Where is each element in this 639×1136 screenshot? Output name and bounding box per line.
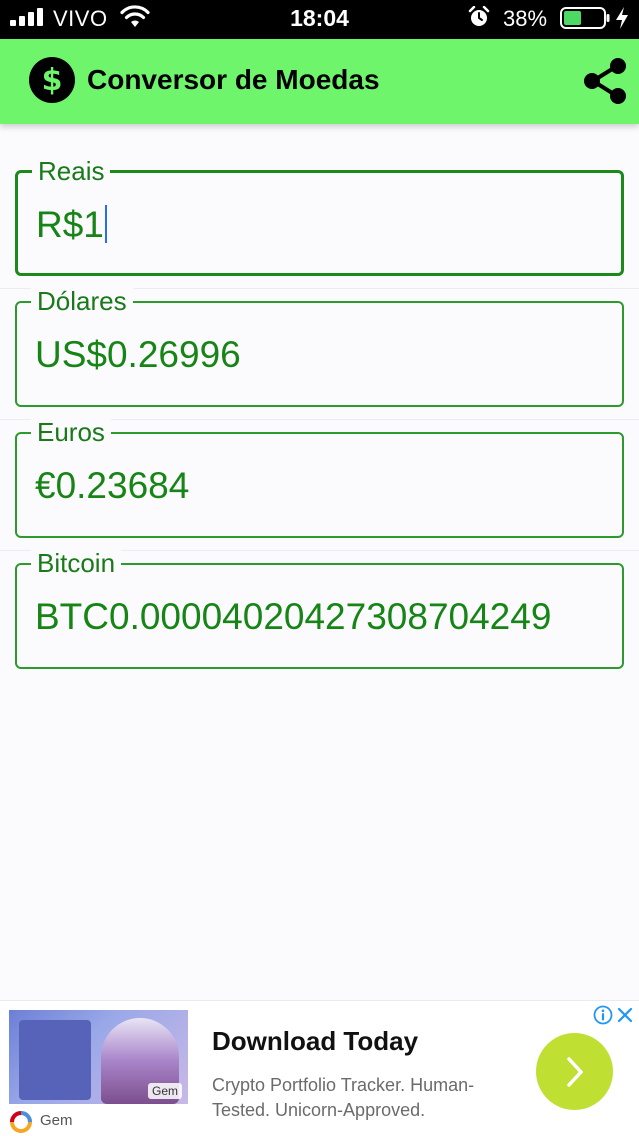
- dolares-value[interactable]: US$0.26996: [35, 333, 241, 377]
- ad-banner[interactable]: Gem Gem Download Today Crypto Portfolio …: [0, 1000, 639, 1136]
- ad-cta-button[interactable]: [536, 1033, 613, 1110]
- ad-headline[interactable]: Download Today: [212, 1026, 418, 1057]
- dolares-field[interactable]: Dólares US$0.26996: [15, 287, 624, 407]
- euros-label: Euros: [31, 418, 111, 446]
- dollar-coin-icon: $: [29, 57, 75, 103]
- share-icon[interactable]: [582, 57, 628, 105]
- alarm-icon: [468, 6, 490, 26]
- app-bar: $ Conversor de Moedas: [0, 39, 639, 124]
- gem-logo-icon: [10, 1111, 32, 1133]
- status-bar: VIVO 18:04 38%: [0, 0, 639, 39]
- ad-info-icon[interactable]: [593, 1005, 613, 1025]
- charging-icon: [616, 7, 628, 29]
- ad-brand-name: Gem: [40, 1112, 73, 1129]
- battery-icon: [560, 7, 610, 29]
- chevron-right-icon: [567, 1057, 583, 1087]
- reais-label: Reais: [32, 157, 111, 185]
- dolares-label: Dólares: [31, 287, 133, 315]
- bitcoin-field[interactable]: Bitcoin BTC0.000040204273087042​49: [15, 549, 624, 669]
- ad-phone-graphic: [19, 1020, 91, 1100]
- ad-image-tag: Gem: [147, 1083, 182, 1099]
- euros-field[interactable]: Euros €0.23684: [15, 418, 624, 538]
- battery-percent: 38%: [503, 6, 548, 31]
- bitcoin-value[interactable]: BTC0.000040204273087042​49: [35, 595, 551, 639]
- ad-close-icon[interactable]: [616, 1006, 634, 1024]
- reais-value[interactable]: R$1: [36, 203, 107, 247]
- euros-value[interactable]: €0.23684: [35, 464, 189, 508]
- ad-image[interactable]: Gem: [9, 1010, 188, 1104]
- app-title: Conversor de Moedas: [87, 64, 380, 95]
- text-caret: [104, 205, 107, 243]
- reais-field[interactable]: Reais R$1: [15, 157, 624, 276]
- bitcoin-label: Bitcoin: [31, 549, 122, 577]
- ad-body-text: Crypto Portfolio Tracker. Human-Tested. …: [212, 1075, 475, 1120]
- svg-text:$: $: [42, 63, 63, 98]
